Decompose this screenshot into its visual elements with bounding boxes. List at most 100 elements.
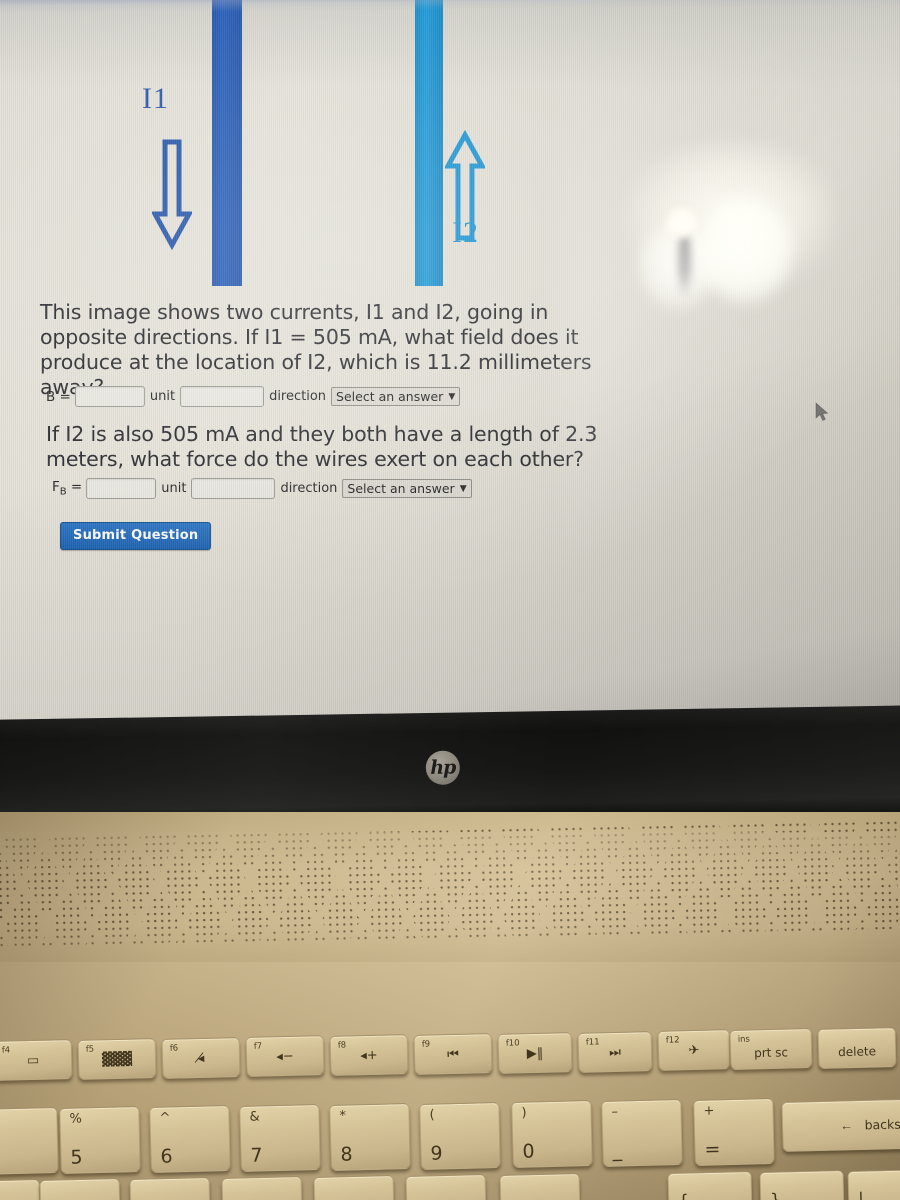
b-direction-label: direction — [269, 389, 327, 404]
key-glyph: prt sc — [753, 1045, 789, 1061]
key-bottom-blank-2[interactable] — [129, 1177, 211, 1200]
force-variable-label: FB = — [52, 479, 83, 498]
key-glyph: ▭ — [26, 1053, 40, 1069]
chevron-down-icon: ▼ — [459, 483, 467, 494]
b-direction-selected-value: Select an answer — [336, 389, 444, 404]
key-glyph: ◂− — [276, 1049, 294, 1065]
key-glyph: ⏭ — [608, 1044, 622, 1060]
key-lower-label: 6 — [160, 1145, 173, 1168]
key-bottom-blank-3[interactable] — [221, 1176, 303, 1200]
key-upper-label: – — [611, 1104, 619, 1121]
screen-glare-right-lobe — [700, 196, 792, 306]
wire-1-bar — [212, 0, 242, 286]
current-1-down-arrow-icon — [152, 139, 192, 250]
key-lower-label: { — [678, 1192, 689, 1200]
key-lower-label: _ — [612, 1139, 623, 1163]
question-1-text: This image shows two currents, I1 and I2… — [40, 300, 592, 399]
screen-glare-large — [626, 140, 836, 290]
key-bottom-blank-5[interactable] — [405, 1174, 487, 1200]
key-f9[interactable]: f9 ⏮ — [413, 1033, 493, 1075]
key-backspace[interactable]: ← backspace — [781, 1098, 900, 1152]
keyboard: f4 ▭ f5 ▓▓▓ f6 ◂̸ f7 ◂− f8 ◂+ f9 ⏮ f10 ▶‖ f11 ⏭ f12 ✈ ins p… — [0, 812, 900, 1200]
key-left-brace[interactable]: { — [667, 1170, 753, 1200]
laptop-bezel: hp — [0, 705, 900, 828]
screen-glare-hotspot — [664, 206, 700, 240]
key-8[interactable]: * 8 — [329, 1102, 411, 1171]
key-upper-label: + — [703, 1103, 715, 1119]
b-variable-label: B = — [46, 388, 71, 405]
key-0[interactable]: ) 0 — [511, 1100, 593, 1169]
key-ins[interactable]: ins prt sc — [729, 1028, 813, 1071]
force-unit-input[interactable] — [191, 478, 276, 499]
key-f10[interactable]: f10 ▶‖ — [497, 1031, 573, 1074]
key-4[interactable]: 4 — [0, 1107, 59, 1175]
b-direction-select[interactable]: Select an answer ▼ — [331, 387, 461, 406]
key-lower-label: 5 — [70, 1146, 83, 1169]
key-glyph: ▶‖ — [526, 1045, 544, 1062]
current-wires-diagram: I1 I2 — [0, 0, 620, 292]
key-6[interactable]: ^ 6 — [149, 1104, 231, 1173]
key-bottom-blank-6[interactable] — [499, 1173, 581, 1200]
question-2-text: If I2 is also 505 mA and they both have … — [46, 422, 598, 471]
key-glyph: ✈ — [688, 1043, 700, 1059]
key-glyph: delete — [838, 1044, 877, 1060]
key-f12[interactable]: f12 ✈ — [657, 1029, 731, 1072]
key-upper-label: % — [69, 1111, 83, 1127]
key-upper-label: * — [339, 1108, 347, 1124]
b-value-input[interactable] — [74, 386, 145, 407]
key-glyph: ▓▓▓ — [101, 1051, 133, 1068]
laptop-deck: f4 ▭ f5 ▓▓▓ f6 ◂̸ f7 ◂− f8 ◂+ f9 ⏮ f10 ▶‖ f11 ⏭ f12 ✈ ins p… — [0, 812, 900, 1200]
key-delete[interactable]: delete — [817, 1027, 897, 1069]
key-f5[interactable]: f5 ▓▓▓ — [77, 1037, 157, 1080]
b-unit-label: unit — [149, 389, 176, 404]
key-upper-label: ( — [429, 1107, 435, 1123]
key-f7[interactable]: f7 ◂− — [245, 1035, 325, 1078]
mouse-cursor-icon — [815, 402, 829, 421]
hp-logo-text: hp — [430, 756, 456, 779]
force-value-input[interactable] — [86, 478, 157, 499]
key-[interactable]: + = — [693, 1098, 775, 1167]
screen-glare-shadow-stem — [678, 228, 691, 300]
key-bottom-blank-4[interactable] — [313, 1175, 395, 1200]
backspace-label: backspace — [864, 1115, 900, 1133]
b-unit-input[interactable] — [180, 386, 265, 407]
screen-glare-left-lobe — [638, 220, 718, 310]
key-f8[interactable]: f8 ◂+ — [329, 1034, 409, 1077]
force-direction-select[interactable]: Select an answer ▼ — [342, 479, 472, 498]
key-lower-label: | — [857, 1189, 865, 1200]
key-f6[interactable]: f6 ◂̸ — [161, 1036, 241, 1079]
key-glyph: ◂+ — [360, 1048, 378, 1064]
key-lower-label: 9 — [430, 1141, 443, 1165]
wire-1-label: I1 — [142, 82, 169, 115]
key-lower-label: } — [770, 1191, 781, 1200]
submit-question-button[interactable]: Submit Question — [60, 522, 212, 550]
key-5[interactable]: % 5 — [59, 1105, 141, 1174]
wire-2-label: I2 — [452, 216, 479, 249]
key-[interactable]: – _ — [601, 1099, 683, 1168]
key-pipe[interactable]: | — [847, 1168, 900, 1200]
key-9[interactable]: (9 — [419, 1101, 501, 1170]
chevron-down-icon: ▼ — [448, 391, 456, 402]
screenshot-root: I1 I2 This image shows two currents, I1 … — [0, 0, 900, 1200]
key-bottom-blank-1[interactable] — [39, 1178, 121, 1200]
key-bottom-blank-0[interactable] — [0, 1179, 41, 1200]
key-f11[interactable]: f11 ⏭ — [577, 1030, 653, 1073]
key-upper-label: ^ — [159, 1110, 171, 1126]
wire-2-bar — [415, 0, 443, 286]
key-fn-label: ins — [737, 1034, 751, 1045]
key-7[interactable]: & 7 — [239, 1103, 321, 1172]
key-upper-label: ) — [521, 1106, 527, 1122]
key-upper-label: & — [249, 1109, 260, 1125]
laptop-screen: I1 I2 This image shows two currents, I1 … — [0, 0, 900, 732]
key-glyph: ◂̸ — [197, 1050, 205, 1066]
key-lower-label: 0 — [522, 1140, 535, 1164]
key-right-brace[interactable]: } — [759, 1169, 845, 1200]
key-lower-label: = — [704, 1138, 721, 1161]
key-f4[interactable]: f4 ▭ — [0, 1039, 73, 1081]
answer-row-b: B = unit direction Select an answer ▼ — [46, 386, 461, 407]
force-unit-label: unit — [161, 481, 187, 496]
backspace-arrow-icon: ← — [839, 1117, 854, 1134]
key-lower-label: 4 — [0, 1147, 1, 1169]
key-lower-label: 7 — [250, 1144, 263, 1167]
force-direction-label: direction — [280, 481, 338, 496]
